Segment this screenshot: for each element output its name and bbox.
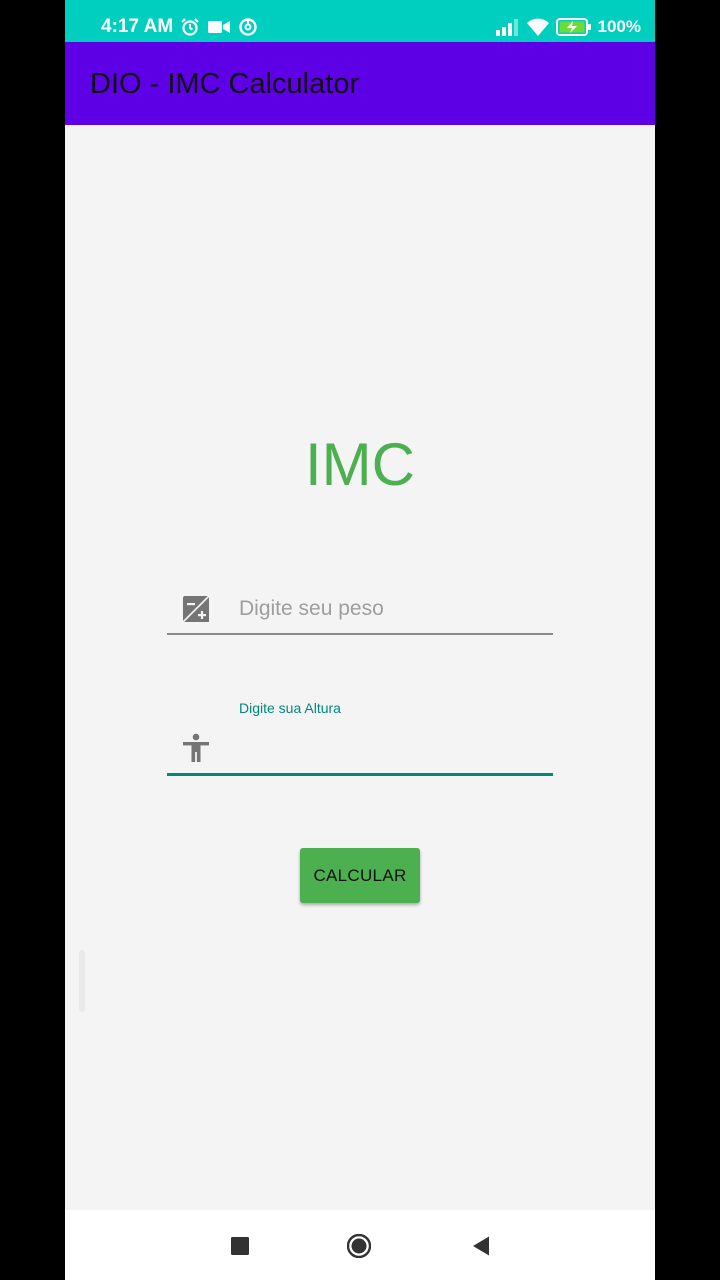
back-button[interactable] [469, 1234, 493, 1258]
navigation-bar [65, 1210, 655, 1280]
status-icons-left [180, 14, 258, 40]
calculate-button[interactable]: CALCULAR [300, 848, 420, 903]
status-icons-right: 100% [495, 14, 641, 40]
weight-icon [182, 595, 210, 623]
battery-percentage: 100% [597, 17, 641, 36]
wifi-icon [526, 18, 549, 36]
height-input-cursor [239, 735, 241, 763]
imc-heading: IMC [305, 431, 415, 498]
home-button[interactable] [347, 1234, 371, 1258]
status-bar: 4:17 AM 100% [65, 0, 655, 42]
person-icon [183, 733, 209, 762]
weight-field[interactable]: Digite seu peso [167, 580, 553, 635]
alarm-icon [181, 18, 199, 36]
sync-icon [239, 18, 257, 36]
edge-scroll-indicator [79, 950, 85, 1012]
height-field[interactable]: Digite sua Altura [167, 695, 553, 776]
battery-charging-icon [555, 18, 591, 36]
app-bar: DIO - IMC Calculator [65, 42, 655, 125]
phone-screen: 4:17 AM 100% DIO - IMC Calculator IMC Di… [65, 0, 655, 1280]
weight-placeholder: Digite seu peso [239, 597, 384, 620]
app-title: DIO - IMC Calculator [90, 68, 360, 100]
signal-icon [495, 19, 518, 36]
status-time: 4:17 AM [101, 16, 174, 37]
main-content: IMC Digite seu peso Digite sua Altura CA… [65, 125, 655, 1210]
video-camera-icon [208, 21, 230, 33]
height-label: Digite sua Altura [239, 700, 341, 716]
recents-button[interactable] [228, 1234, 252, 1258]
